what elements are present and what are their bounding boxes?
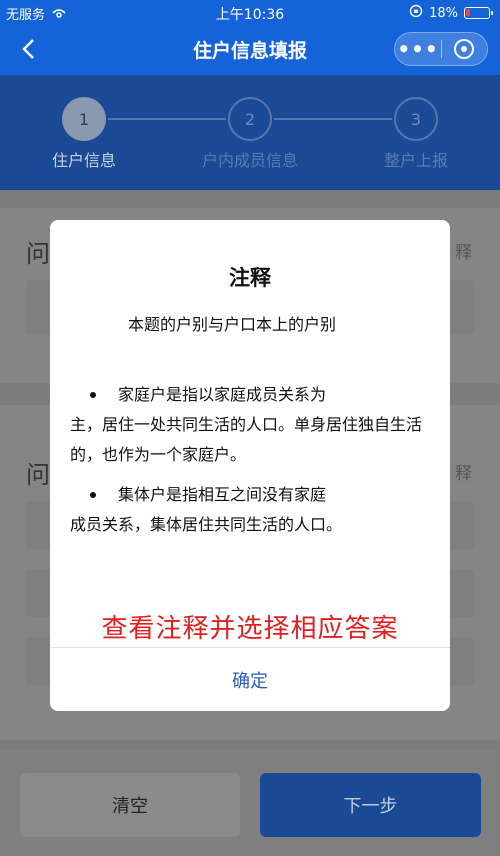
intro-paragraph: 本题的户别与户口本上的户别 无关。: [50, 310, 432, 370]
bullet-first-line: 家庭户是指以家庭成员关系为: [118, 385, 327, 404]
status-right: 18%: [409, 4, 493, 22]
intro-line-1: 本题的户别与户口本上的户别: [128, 315, 337, 334]
question-label: 问: [26, 461, 50, 489]
close-program-button[interactable]: [442, 39, 487, 59]
battery-level: [466, 9, 470, 16]
status-bar: 无服务 上午10:36 18%: [0, 0, 500, 24]
bullet-first-line: 集体户是指相互之间没有家庭: [118, 485, 327, 504]
clear-button[interactable]: 清空: [20, 773, 240, 837]
progress-stepper: 1 住户信息 2 户内成员信息 3 整户上报: [0, 75, 500, 190]
orientation-lock-icon: [409, 4, 423, 22]
more-menu-button[interactable]: •••: [395, 37, 441, 61]
bullet-collective: 集体户是指相互之间没有家庭 成员关系，集体居住共同生活的人口。: [70, 480, 432, 540]
dialog-title: 注释: [229, 266, 271, 290]
bullet-continuation: 主，居住一处共同生活的人口。单身居住独自生活的，也作为一个家庭户。: [70, 415, 423, 464]
confirm-button[interactable]: 确定: [50, 648, 450, 711]
target-icon: [454, 39, 475, 59]
battery-icon: [464, 7, 493, 19]
nav-bar: 住户信息填报 •••: [0, 24, 500, 75]
bullet-icon: [70, 480, 118, 510]
annotation-dialog: 注释 本题的户别与户口本上的户别 无关。 家庭户是指以家庭成员关系为 主，居住一…: [50, 220, 450, 711]
step-2: 2 户内成员信息: [190, 97, 310, 171]
next-step-button[interactable]: 下一步: [260, 773, 481, 837]
bullet-icon: [70, 380, 118, 410]
question-label: 问: [26, 240, 50, 268]
step-label: 户内成员信息: [201, 151, 298, 170]
step-1: 1 住户信息: [24, 97, 144, 171]
mini-program-capsule: •••: [394, 32, 488, 66]
step-3: 3 整户上报: [356, 97, 476, 171]
app-header: 无服务 上午10:36 18% 住户信息填报 •••: [0, 0, 500, 75]
annotation-caption: 查看注释并选择相应答案: [101, 614, 399, 644]
note-link[interactable]: 释: [455, 238, 472, 263]
step-number: 2: [228, 97, 272, 141]
intro-line-2: 无关。: [50, 340, 60, 370]
bullet-household: 家庭户是指以家庭成员关系为 主，居住一处共同生活的人口。单身居住独自生活的，也作…: [70, 380, 432, 470]
battery-percent: 18%: [429, 5, 458, 21]
step-label: 整户上报: [383, 151, 448, 170]
step-label: 住户信息: [51, 151, 116, 170]
bullet-continuation: 成员关系，集体居住共同生活的人口。: [70, 515, 343, 534]
step-number: 3: [394, 97, 438, 141]
note-link[interactable]: 释: [455, 459, 472, 484]
step-number: 1: [62, 97, 106, 141]
dialog-content: 本题的户别与户口本上的户别 无关。 家庭户是指以家庭成员关系为 主，居住一处共同…: [50, 310, 432, 550]
bottom-action-bar: 清空 下一步: [0, 750, 500, 856]
